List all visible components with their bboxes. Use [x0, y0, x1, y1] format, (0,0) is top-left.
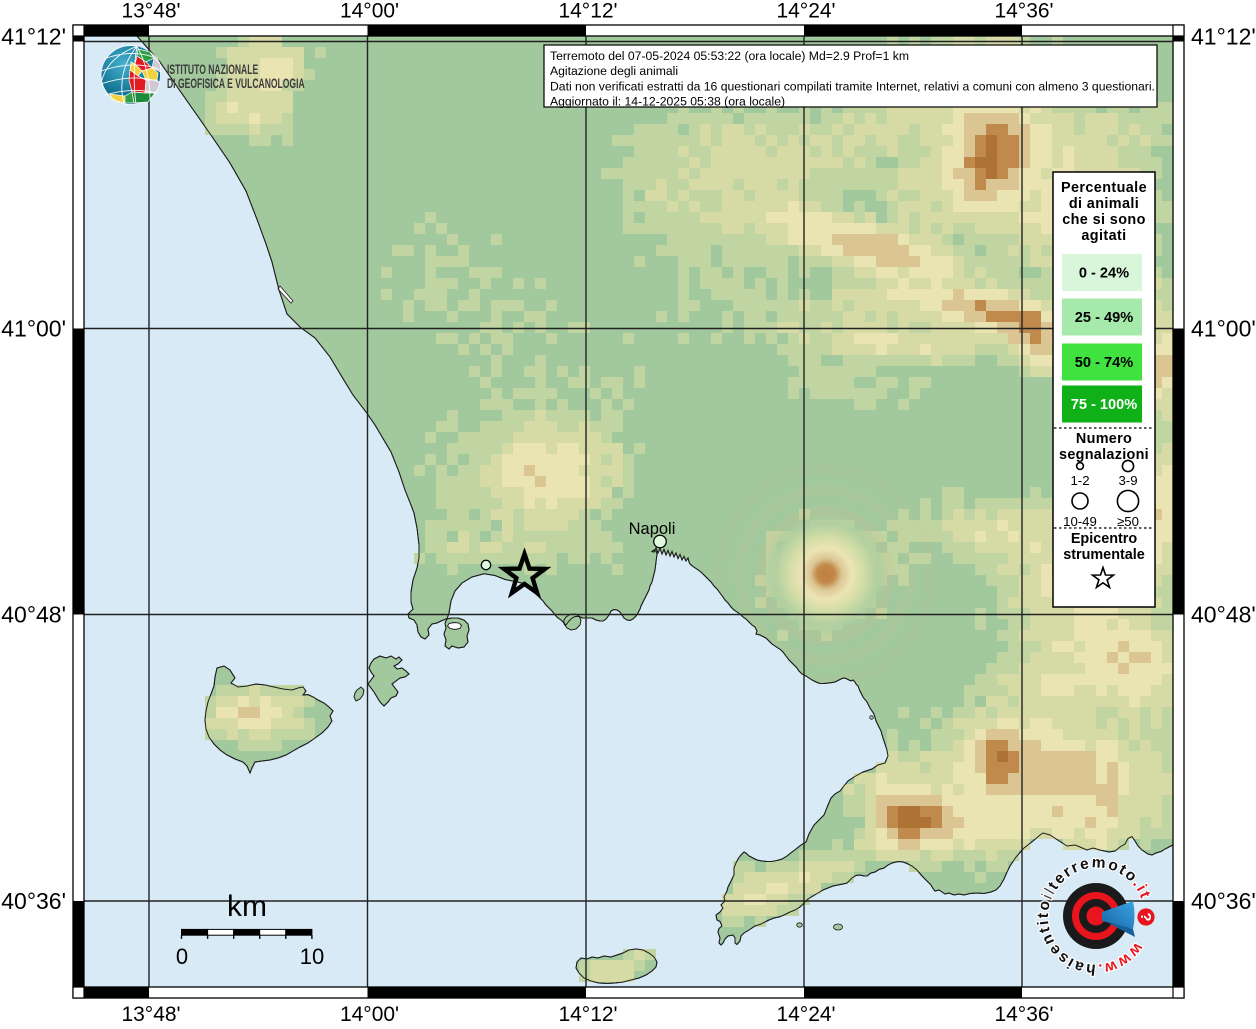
svg-text:40°48': 40°48' — [1191, 602, 1256, 628]
svg-text:0: 0 — [176, 944, 188, 969]
svg-text:14°12': 14°12' — [558, 0, 617, 23]
svg-text:13°48': 13°48' — [121, 1003, 180, 1024]
svg-text:40°36': 40°36' — [1191, 888, 1256, 914]
svg-text:di animali: di animali — [1069, 196, 1139, 212]
svg-text:strumentale: strumentale — [1063, 547, 1145, 563]
svg-text:10-49: 10-49 — [1063, 514, 1097, 529]
svg-text:14°12': 14°12' — [558, 1003, 617, 1024]
svg-text:Percentuale: Percentuale — [1061, 180, 1147, 196]
svg-text:≥50: ≥50 — [1117, 514, 1139, 529]
svg-text:0 - 24%: 0 - 24% — [1079, 266, 1129, 282]
svg-text:14°36': 14°36' — [994, 0, 1053, 23]
svg-text:14°24': 14°24' — [776, 0, 835, 23]
svg-text:75 - 100%: 75 - 100% — [1071, 397, 1138, 413]
svg-text:40°36': 40°36' — [1, 888, 66, 914]
svg-text:Napoli: Napoli — [629, 520, 676, 538]
svg-text:41°12': 41°12' — [1191, 24, 1256, 50]
svg-text:14°36': 14°36' — [994, 1003, 1053, 1024]
svg-text:che si sono: che si sono — [1062, 212, 1146, 228]
svg-text:50 - 74%: 50 - 74% — [1075, 355, 1133, 371]
svg-text:13°48': 13°48' — [121, 0, 180, 23]
svg-text:Epicentro: Epicentro — [1071, 531, 1138, 547]
svg-text:40°48': 40°48' — [1, 602, 66, 628]
svg-text:Aggiornato il: 14-12-2025 05:3: Aggiornato il: 14-12-2025 05:38 (ora loc… — [550, 95, 785, 109]
svg-text:?: ? — [1137, 912, 1154, 921]
svg-text:1-2: 1-2 — [1070, 473, 1089, 488]
svg-text:14°00': 14°00' — [340, 1003, 399, 1024]
svg-text:agitati: agitati — [1081, 228, 1126, 244]
svg-text:Terremoto del 07-05-2024 05:53: Terremoto del 07-05-2024 05:53:22 (ora l… — [550, 49, 909, 63]
svg-text:41°00': 41°00' — [1, 316, 66, 342]
svg-text:14°00': 14°00' — [340, 0, 399, 23]
svg-text:Dati non verificati estratti d: Dati non verificati estratti da 16 quest… — [550, 79, 1155, 93]
svg-text:km: km — [227, 890, 267, 923]
svg-text:segnalazioni: segnalazioni — [1059, 447, 1149, 463]
svg-text:14°24': 14°24' — [776, 1003, 835, 1024]
svg-text:Agitazione degli animali: Agitazione degli animali — [550, 64, 678, 78]
svg-text:Numero: Numero — [1076, 431, 1132, 447]
svg-text:41°12': 41°12' — [1, 24, 66, 50]
svg-text:DI GEOFISICA E VULCANOLOGIA: DI GEOFISICA E VULCANOLOGIA — [167, 77, 305, 91]
svg-text:10: 10 — [300, 944, 324, 969]
svg-text:25 - 49%: 25 - 49% — [1075, 310, 1133, 326]
svg-text:ISTITUTO NAZIONALE: ISTITUTO NAZIONALE — [167, 63, 258, 77]
svg-text:3-9: 3-9 — [1118, 473, 1137, 488]
svg-text:41°00': 41°00' — [1191, 316, 1256, 342]
